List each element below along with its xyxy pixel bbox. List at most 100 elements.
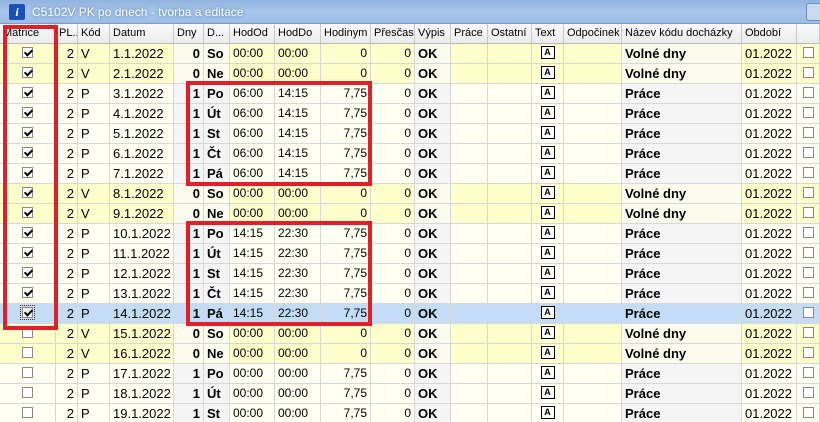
text-note-icon[interactable]: A <box>540 186 555 200</box>
text-note-icon[interactable]: A <box>540 106 555 120</box>
odpocinek-cell[interactable] <box>564 284 622 304</box>
hodod-cell[interactable]: 14:15 <box>230 284 275 304</box>
ostatni-cell[interactable] <box>488 284 532 304</box>
table-row[interactable]: 2 P 7.1.2022 1 Pá 06:00 14:15 7,75 0 OK A Práce 01.2… <box>0 164 820 184</box>
prescas-cell[interactable]: 0 <box>371 344 415 364</box>
text-note-icon[interactable]: A <box>540 146 555 160</box>
table-row[interactable]: 2 P 4.1.2022 1 Út 06:00 14:15 7,75 0 OK A Práce 01.2… <box>0 104 820 124</box>
row-checkbox[interactable] <box>802 247 814 259</box>
prescas-cell[interactable]: 0 <box>371 44 415 64</box>
table-row[interactable]: 2 P 13.1.2022 1 Čt 14:15 22:30 7,75 0 OK A Práce 01.… <box>0 284 820 304</box>
hodod-cell[interactable]: 14:15 <box>230 304 275 324</box>
header-text[interactable]: Text <box>532 24 564 44</box>
hodinym-cell[interactable]: 0 <box>321 324 371 344</box>
text-cell[interactable]: A <box>532 204 564 224</box>
prescas-cell[interactable]: 0 <box>371 384 415 404</box>
hoddo-cell[interactable]: 22:30 <box>275 224 321 244</box>
prace-cell[interactable] <box>451 344 488 364</box>
table-row[interactable]: 2 P 11.1.2022 1 Út 14:15 22:30 7,75 0 OK A Práce 01.… <box>0 244 820 264</box>
hodinym-cell[interactable]: 0 <box>321 344 371 364</box>
text-cell[interactable]: A <box>532 44 564 64</box>
text-cell[interactable]: A <box>532 364 564 384</box>
prescas-cell[interactable]: 0 <box>371 164 415 184</box>
hoddo-cell[interactable]: 00:00 <box>275 404 321 422</box>
row-checkbox[interactable] <box>802 347 814 359</box>
hoddo-cell[interactable]: 22:30 <box>275 284 321 304</box>
matrice-checkbox[interactable] <box>22 327 33 339</box>
hoddo-cell[interactable]: 14:15 <box>275 84 321 104</box>
hoddo-cell[interactable]: 00:00 <box>275 204 321 224</box>
header-nazev[interactable]: Název kódu docházky <box>622 24 742 44</box>
row-checkbox[interactable] <box>802 407 814 419</box>
ostatni-cell[interactable] <box>488 304 532 324</box>
text-cell[interactable]: A <box>532 124 564 144</box>
matrice-checkbox[interactable] <box>22 287 33 299</box>
hoddo-cell[interactable]: 00:00 <box>275 64 321 84</box>
text-cell[interactable]: A <box>532 224 564 244</box>
prace-cell[interactable] <box>451 284 488 304</box>
text-note-icon[interactable]: A <box>540 286 555 300</box>
text-note-icon[interactable]: A <box>540 326 555 340</box>
matrice-checkbox[interactable] <box>22 107 33 119</box>
table-row[interactable]: 2 V 15.1.2022 0 So 00:00 00:00 0 0 OK A Volné dny 01… <box>0 324 820 344</box>
text-cell[interactable]: A <box>532 144 564 164</box>
odpocinek-cell[interactable] <box>564 384 622 404</box>
hodod-cell[interactable]: 14:15 <box>230 244 275 264</box>
matrice-checkbox[interactable] <box>22 147 33 159</box>
prace-cell[interactable] <box>451 264 488 284</box>
odpocinek-cell[interactable] <box>564 264 622 284</box>
prescas-cell[interactable]: 0 <box>371 224 415 244</box>
ostatni-cell[interactable] <box>488 384 532 404</box>
ostatni-cell[interactable] <box>488 44 532 64</box>
prescas-cell[interactable]: 0 <box>371 204 415 224</box>
table-row[interactable]: 2 P 12.1.2022 1 St 14:15 22:30 7,75 0 OK A Práce 01.… <box>0 264 820 284</box>
hodinym-cell[interactable]: 7,75 <box>321 404 371 422</box>
prescas-cell[interactable]: 0 <box>371 404 415 422</box>
table-row[interactable]: 2 V 9.1.2022 0 Ne 00:00 00:00 0 0 OK A Volné dny 01.… <box>0 204 820 224</box>
prescas-cell[interactable]: 0 <box>371 324 415 344</box>
table-row[interactable]: 2 P 14.1.2022 1 Pá 14:15 22:30 7,75 0 OK A Práce 01.… <box>0 304 820 324</box>
text-note-icon[interactable]: A <box>540 46 555 60</box>
odpocinek-cell[interactable] <box>564 64 622 84</box>
hodod-cell[interactable]: 06:00 <box>230 104 275 124</box>
row-checkbox[interactable] <box>802 267 814 279</box>
prace-cell[interactable] <box>451 204 488 224</box>
header-vypis[interactable]: Výpis <box>415 24 451 44</box>
header-odpocinek[interactable]: Odpočinek <box>564 24 622 44</box>
hodod-cell[interactable]: 00:00 <box>230 324 275 344</box>
table-row[interactable]: 2 P 3.1.2022 1 Po 06:00 14:15 7,75 0 OK A Práce 01.2… <box>0 84 820 104</box>
ostatni-cell[interactable] <box>488 64 532 84</box>
ostatni-cell[interactable] <box>488 344 532 364</box>
hoddo-cell[interactable]: 14:15 <box>275 124 321 144</box>
ostatni-cell[interactable] <box>488 224 532 244</box>
table-row[interactable]: 2 P 5.1.2022 1 St 06:00 14:15 7,75 0 OK A Práce 01.2… <box>0 124 820 144</box>
hodod-cell[interactable]: 00:00 <box>230 64 275 84</box>
matrice-checkbox[interactable] <box>22 187 33 199</box>
matrice-checkbox[interactable] <box>22 67 33 79</box>
table-row[interactable]: 2 P 18.1.2022 1 Út 00:00 00:00 7,75 0 OK A Práce 01.… <box>0 384 820 404</box>
row-checkbox[interactable] <box>802 367 814 379</box>
hodod-cell[interactable]: 06:00 <box>230 144 275 164</box>
ostatni-cell[interactable] <box>488 264 532 284</box>
matrice-checkbox[interactable] <box>22 267 33 279</box>
text-note-icon[interactable]: A <box>540 86 555 100</box>
hoddo-cell[interactable]: 14:15 <box>275 164 321 184</box>
header-obdobi[interactable]: Období <box>742 24 797 44</box>
hodinym-cell[interactable]: 7,75 <box>321 164 371 184</box>
prace-cell[interactable] <box>451 184 488 204</box>
text-cell[interactable]: A <box>532 304 564 324</box>
hodinym-cell[interactable]: 7,75 <box>321 124 371 144</box>
hodod-cell[interactable]: 00:00 <box>230 384 275 404</box>
hoddo-cell[interactable]: 14:15 <box>275 104 321 124</box>
prace-cell[interactable] <box>451 404 488 422</box>
text-cell[interactable]: A <box>532 284 564 304</box>
table-row[interactable]: 2 V 1.1.2022 0 So 00:00 00:00 0 0 OK A Volné dny 01.… <box>0 44 820 64</box>
ostatni-cell[interactable] <box>488 124 532 144</box>
text-cell[interactable]: A <box>532 184 564 204</box>
hodinym-cell[interactable]: 0 <box>321 184 371 204</box>
hodinym-cell[interactable]: 7,75 <box>321 244 371 264</box>
hodod-cell[interactable]: 14:15 <box>230 264 275 284</box>
row-checkbox[interactable] <box>802 107 814 119</box>
header-pl[interactable]: PL... <box>56 24 78 44</box>
text-cell[interactable]: A <box>532 164 564 184</box>
